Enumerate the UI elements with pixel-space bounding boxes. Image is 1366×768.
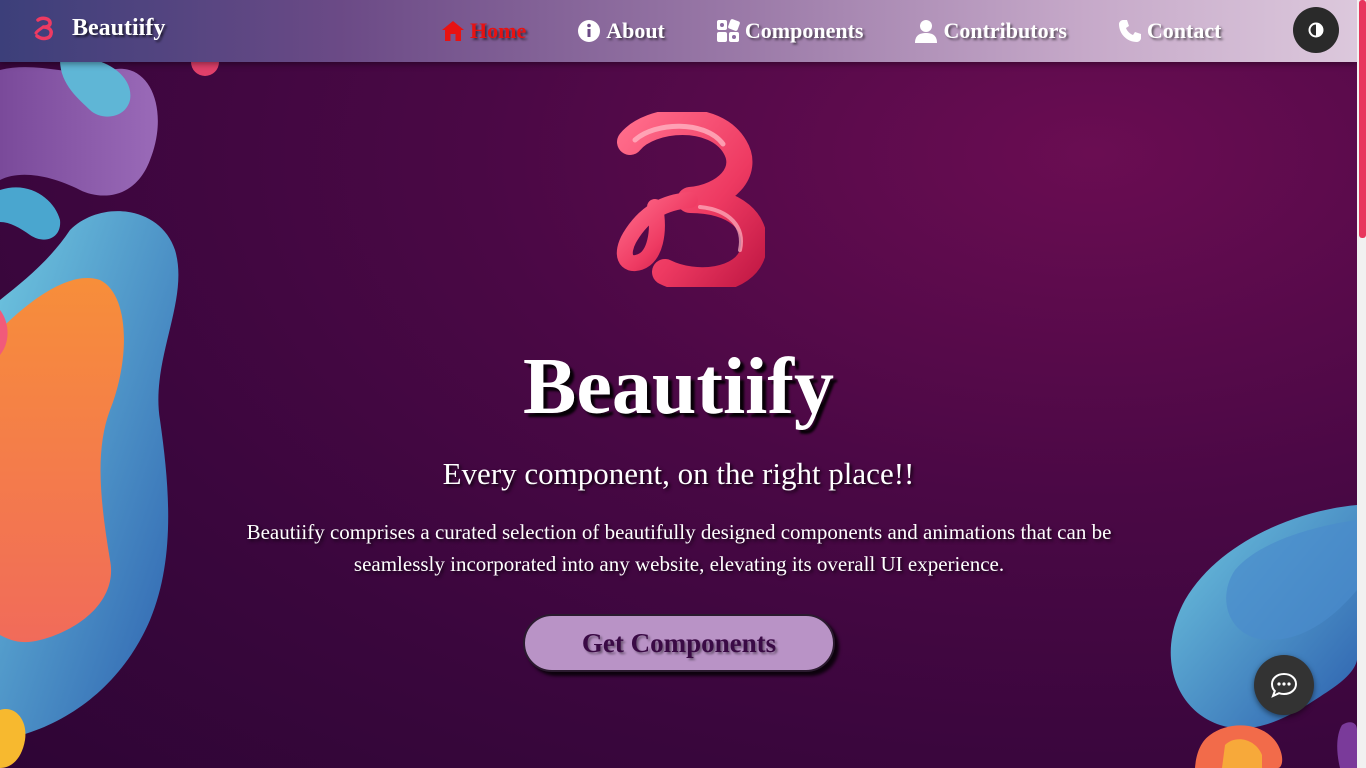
home-icon — [442, 21, 464, 41]
hero-logo-icon — [616, 112, 765, 287]
user-icon — [915, 20, 938, 43]
nav-about[interactable]: About — [576, 18, 665, 44]
nav-home[interactable]: Home — [440, 18, 526, 44]
phone-icon — [1118, 20, 1141, 42]
nav-components-label: Components — [744, 18, 864, 43]
nav-contributors-label: Contributors — [943, 18, 1067, 43]
brand-logo-icon — [34, 16, 53, 41]
navbar: Beautiify Home About Components Contribu… — [0, 0, 1357, 62]
scrollbar-thumb[interactable] — [1359, 0, 1366, 238]
nav-contact[interactable]: Contact — [1117, 18, 1222, 44]
nav-links: Home About Components Contributors Conta… — [440, 0, 1221, 62]
brand-name: Beautiify — [72, 14, 166, 41]
brand[interactable]: Beautiify — [30, 14, 165, 42]
hero-description: Beautiify comprises a curated selection … — [246, 520, 1112, 576]
nav-home-label: Home — [470, 18, 527, 43]
hero-subtitle: Every component, on the right place!! — [442, 456, 915, 491]
theme-toggle-button[interactable] — [1293, 7, 1339, 53]
get-components-button[interactable]: Get Components — [523, 614, 835, 672]
hero-title: Beautiify — [522, 343, 835, 431]
info-icon — [578, 20, 601, 42]
nav-contact-label: Contact — [1146, 18, 1222, 43]
nav-contributors[interactable]: Contributors — [913, 18, 1067, 44]
components-icon — [716, 19, 740, 42]
chat-bubble-icon — [1270, 672, 1298, 698]
nav-about-label: About — [606, 18, 665, 43]
nav-components[interactable]: Components — [715, 18, 864, 44]
half-circle-icon — [1308, 22, 1324, 38]
chat-button[interactable] — [1254, 655, 1314, 715]
